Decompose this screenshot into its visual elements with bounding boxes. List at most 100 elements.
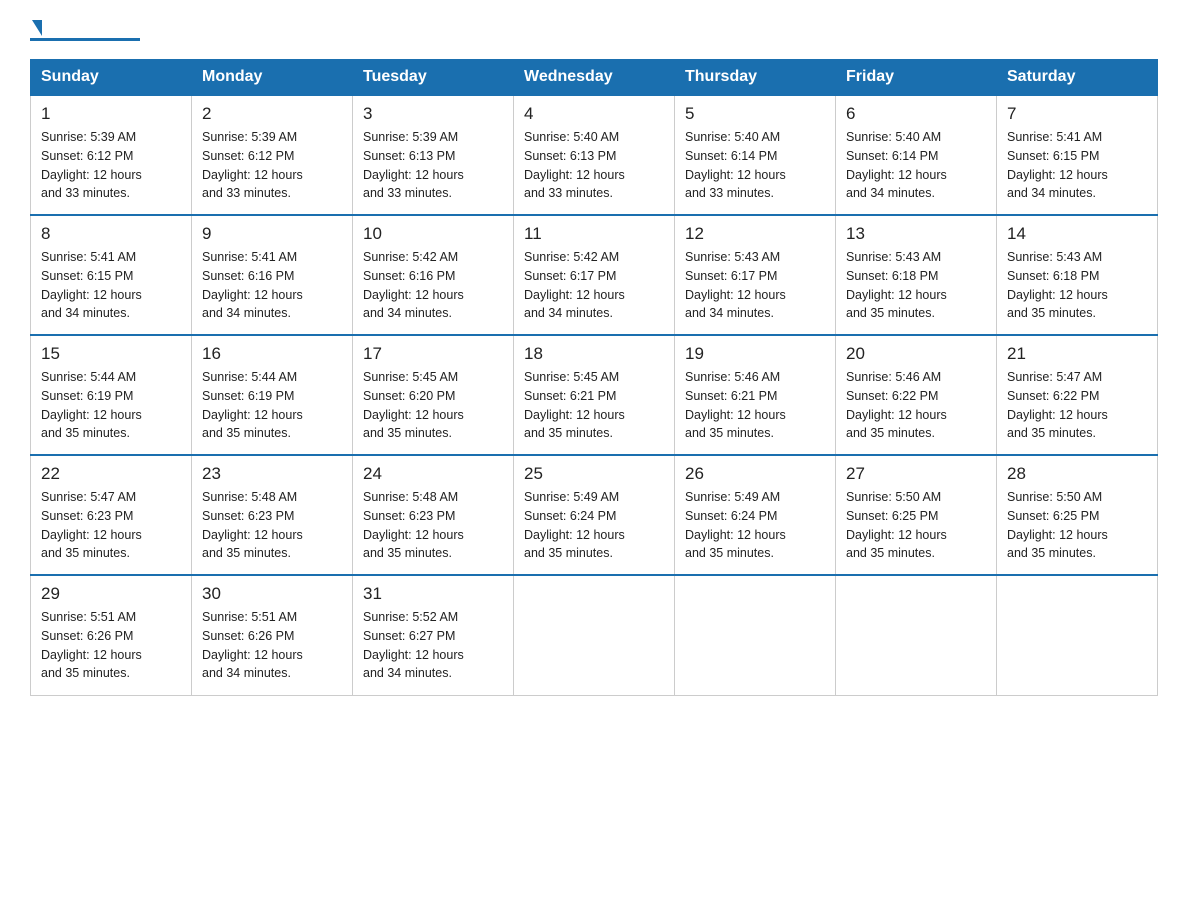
day-number: 11 — [524, 224, 664, 244]
day-number: 8 — [41, 224, 181, 244]
calendar-day-23: 23 Sunrise: 5:48 AMSunset: 6:23 PMDaylig… — [192, 455, 353, 575]
day-number: 25 — [524, 464, 664, 484]
calendar-week-1: 1 Sunrise: 5:39 AMSunset: 6:12 PMDayligh… — [31, 95, 1158, 215]
calendar-day-25: 25 Sunrise: 5:49 AMSunset: 6:24 PMDaylig… — [514, 455, 675, 575]
calendar-header: SundayMondayTuesdayWednesdayThursdayFrid… — [31, 60, 1158, 96]
day-number: 28 — [1007, 464, 1147, 484]
calendar-day-9: 9 Sunrise: 5:41 AMSunset: 6:16 PMDayligh… — [192, 215, 353, 335]
header-cell-wednesday: Wednesday — [514, 60, 675, 96]
day-number: 19 — [685, 344, 825, 364]
day-info: Sunrise: 5:40 AMSunset: 6:13 PMDaylight:… — [524, 128, 664, 203]
day-info: Sunrise: 5:40 AMSunset: 6:14 PMDaylight:… — [846, 128, 986, 203]
day-number: 29 — [41, 584, 181, 604]
calendar-day-empty — [675, 575, 836, 695]
day-number: 18 — [524, 344, 664, 364]
calendar-day-14: 14 Sunrise: 5:43 AMSunset: 6:18 PMDaylig… — [997, 215, 1158, 335]
calendar-day-4: 4 Sunrise: 5:40 AMSunset: 6:13 PMDayligh… — [514, 95, 675, 215]
day-info: Sunrise: 5:39 AMSunset: 6:13 PMDaylight:… — [363, 128, 503, 203]
day-number: 4 — [524, 104, 664, 124]
calendar-day-empty — [836, 575, 997, 695]
day-number: 3 — [363, 104, 503, 124]
header-cell-tuesday: Tuesday — [353, 60, 514, 96]
header-cell-thursday: Thursday — [675, 60, 836, 96]
day-number: 15 — [41, 344, 181, 364]
day-info: Sunrise: 5:43 AMSunset: 6:18 PMDaylight:… — [1007, 248, 1147, 323]
day-info: Sunrise: 5:45 AMSunset: 6:20 PMDaylight:… — [363, 368, 503, 443]
calendar-body: 1 Sunrise: 5:39 AMSunset: 6:12 PMDayligh… — [31, 95, 1158, 695]
calendar-table: SundayMondayTuesdayWednesdayThursdayFrid… — [30, 59, 1158, 696]
day-number: 20 — [846, 344, 986, 364]
day-number: 31 — [363, 584, 503, 604]
day-info: Sunrise: 5:48 AMSunset: 6:23 PMDaylight:… — [202, 488, 342, 563]
day-info: Sunrise: 5:41 AMSunset: 6:16 PMDaylight:… — [202, 248, 342, 323]
calendar-week-2: 8 Sunrise: 5:41 AMSunset: 6:15 PMDayligh… — [31, 215, 1158, 335]
day-number: 17 — [363, 344, 503, 364]
day-info: Sunrise: 5:44 AMSunset: 6:19 PMDaylight:… — [41, 368, 181, 443]
header-cell-saturday: Saturday — [997, 60, 1158, 96]
calendar-day-2: 2 Sunrise: 5:39 AMSunset: 6:12 PMDayligh… — [192, 95, 353, 215]
calendar-day-12: 12 Sunrise: 5:43 AMSunset: 6:17 PMDaylig… — [675, 215, 836, 335]
day-number: 24 — [363, 464, 503, 484]
page-header — [30, 20, 1158, 41]
calendar-day-11: 11 Sunrise: 5:42 AMSunset: 6:17 PMDaylig… — [514, 215, 675, 335]
day-number: 5 — [685, 104, 825, 124]
calendar-day-5: 5 Sunrise: 5:40 AMSunset: 6:14 PMDayligh… — [675, 95, 836, 215]
calendar-day-6: 6 Sunrise: 5:40 AMSunset: 6:14 PMDayligh… — [836, 95, 997, 215]
day-info: Sunrise: 5:48 AMSunset: 6:23 PMDaylight:… — [363, 488, 503, 563]
day-number: 16 — [202, 344, 342, 364]
day-info: Sunrise: 5:49 AMSunset: 6:24 PMDaylight:… — [685, 488, 825, 563]
day-info: Sunrise: 5:51 AMSunset: 6:26 PMDaylight:… — [41, 608, 181, 683]
calendar-day-26: 26 Sunrise: 5:49 AMSunset: 6:24 PMDaylig… — [675, 455, 836, 575]
calendar-day-27: 27 Sunrise: 5:50 AMSunset: 6:25 PMDaylig… — [836, 455, 997, 575]
calendar-day-8: 8 Sunrise: 5:41 AMSunset: 6:15 PMDayligh… — [31, 215, 192, 335]
day-info: Sunrise: 5:39 AMSunset: 6:12 PMDaylight:… — [41, 128, 181, 203]
calendar-day-30: 30 Sunrise: 5:51 AMSunset: 6:26 PMDaylig… — [192, 575, 353, 695]
calendar-day-empty — [514, 575, 675, 695]
calendar-day-13: 13 Sunrise: 5:43 AMSunset: 6:18 PMDaylig… — [836, 215, 997, 335]
day-info: Sunrise: 5:50 AMSunset: 6:25 PMDaylight:… — [1007, 488, 1147, 563]
day-info: Sunrise: 5:41 AMSunset: 6:15 PMDaylight:… — [1007, 128, 1147, 203]
day-info: Sunrise: 5:52 AMSunset: 6:27 PMDaylight:… — [363, 608, 503, 683]
calendar-day-22: 22 Sunrise: 5:47 AMSunset: 6:23 PMDaylig… — [31, 455, 192, 575]
calendar-day-1: 1 Sunrise: 5:39 AMSunset: 6:12 PMDayligh… — [31, 95, 192, 215]
day-info: Sunrise: 5:47 AMSunset: 6:22 PMDaylight:… — [1007, 368, 1147, 443]
header-row: SundayMondayTuesdayWednesdayThursdayFrid… — [31, 60, 1158, 96]
day-number: 22 — [41, 464, 181, 484]
day-info: Sunrise: 5:42 AMSunset: 6:16 PMDaylight:… — [363, 248, 503, 323]
day-number: 1 — [41, 104, 181, 124]
day-info: Sunrise: 5:41 AMSunset: 6:15 PMDaylight:… — [41, 248, 181, 323]
calendar-week-4: 22 Sunrise: 5:47 AMSunset: 6:23 PMDaylig… — [31, 455, 1158, 575]
calendar-day-15: 15 Sunrise: 5:44 AMSunset: 6:19 PMDaylig… — [31, 335, 192, 455]
calendar-day-18: 18 Sunrise: 5:45 AMSunset: 6:21 PMDaylig… — [514, 335, 675, 455]
day-number: 23 — [202, 464, 342, 484]
day-info: Sunrise: 5:47 AMSunset: 6:23 PMDaylight:… — [41, 488, 181, 563]
day-number: 13 — [846, 224, 986, 244]
logo — [30, 20, 140, 41]
logo-underline — [30, 38, 140, 41]
day-info: Sunrise: 5:43 AMSunset: 6:17 PMDaylight:… — [685, 248, 825, 323]
calendar-day-16: 16 Sunrise: 5:44 AMSunset: 6:19 PMDaylig… — [192, 335, 353, 455]
day-info: Sunrise: 5:49 AMSunset: 6:24 PMDaylight:… — [524, 488, 664, 563]
calendar-week-5: 29 Sunrise: 5:51 AMSunset: 6:26 PMDaylig… — [31, 575, 1158, 695]
day-info: Sunrise: 5:51 AMSunset: 6:26 PMDaylight:… — [202, 608, 342, 683]
day-number: 26 — [685, 464, 825, 484]
logo-triangle-icon — [32, 20, 42, 36]
calendar-day-29: 29 Sunrise: 5:51 AMSunset: 6:26 PMDaylig… — [31, 575, 192, 695]
calendar-day-31: 31 Sunrise: 5:52 AMSunset: 6:27 PMDaylig… — [353, 575, 514, 695]
day-info: Sunrise: 5:40 AMSunset: 6:14 PMDaylight:… — [685, 128, 825, 203]
calendar-day-28: 28 Sunrise: 5:50 AMSunset: 6:25 PMDaylig… — [997, 455, 1158, 575]
day-info: Sunrise: 5:45 AMSunset: 6:21 PMDaylight:… — [524, 368, 664, 443]
calendar-day-empty — [997, 575, 1158, 695]
day-number: 7 — [1007, 104, 1147, 124]
day-number: 27 — [846, 464, 986, 484]
day-info: Sunrise: 5:46 AMSunset: 6:22 PMDaylight:… — [846, 368, 986, 443]
day-info: Sunrise: 5:50 AMSunset: 6:25 PMDaylight:… — [846, 488, 986, 563]
day-number: 9 — [202, 224, 342, 244]
day-number: 10 — [363, 224, 503, 244]
day-number: 14 — [1007, 224, 1147, 244]
day-info: Sunrise: 5:43 AMSunset: 6:18 PMDaylight:… — [846, 248, 986, 323]
day-info: Sunrise: 5:39 AMSunset: 6:12 PMDaylight:… — [202, 128, 342, 203]
day-info: Sunrise: 5:42 AMSunset: 6:17 PMDaylight:… — [524, 248, 664, 323]
calendar-day-21: 21 Sunrise: 5:47 AMSunset: 6:22 PMDaylig… — [997, 335, 1158, 455]
calendar-day-17: 17 Sunrise: 5:45 AMSunset: 6:20 PMDaylig… — [353, 335, 514, 455]
